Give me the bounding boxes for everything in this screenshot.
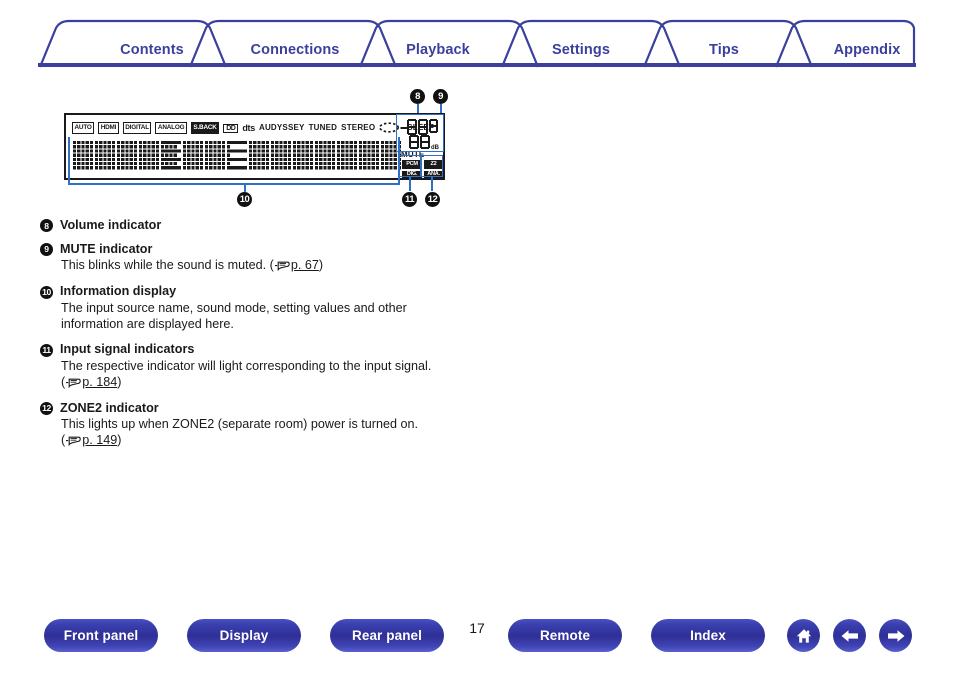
highlight-input-signal (399, 155, 421, 177)
index-button[interactable]: Index (651, 619, 765, 652)
highlight-zone2 (421, 155, 443, 177)
remote-button[interactable]: Remote (508, 619, 622, 652)
leader-line-12 (431, 177, 433, 191)
home-button[interactable] (787, 619, 820, 652)
callout-9: 9 (433, 89, 448, 104)
item-number-8: 8 (40, 219, 53, 233)
pointing-hand-icon (65, 377, 81, 393)
display-button[interactable]: Display (187, 619, 301, 652)
analog-indicator: ANALOG (155, 122, 187, 134)
tuned-indicator: TUNED (308, 123, 338, 132)
highlight-volume (396, 114, 444, 152)
item-body-12: This lights up when ZONE2 (separate room… (61, 417, 600, 450)
description-item-12: 12 ZONE2 indicator This lights up when Z… (40, 401, 600, 451)
description-item-8: 8 Volume indicator (40, 218, 600, 234)
page-link-12[interactable]: (p. 149) (61, 433, 600, 451)
bracket-10-bottom (68, 183, 400, 185)
bracket-10-right (398, 137, 400, 185)
front-display-figure: 8 9 AUTO HDMI DIGITAL ANALOG S.BACK DD d… (0, 0, 954, 215)
description-list: 8 Volume indicator 9 MUTE indicator This… (40, 218, 600, 453)
item-body-text-9: This blinks while the sound is muted. (61, 258, 267, 273)
front-panel-button[interactable]: Front panel (44, 619, 158, 652)
item-body-9: This blinks while the sound is muted. (p… (61, 258, 600, 276)
item-body-11: The respective indicator will light corr… (61, 359, 600, 392)
information-display (73, 141, 401, 170)
item-number-12: 12 (40, 401, 53, 415)
item-title-10: Information display (60, 284, 177, 299)
description-item-9: 9 MUTE indicator This blinks while the s… (40, 242, 600, 276)
item-number-9: 9 (40, 243, 53, 257)
item-body-text-12: This lights up when ZONE2 (separate room… (61, 417, 418, 432)
bracket-10-left (68, 137, 70, 185)
rear-panel-button[interactable]: Rear panel (330, 619, 444, 652)
home-icon (796, 628, 811, 643)
sback-indicator: S.BACK (190, 122, 220, 134)
item-title-11: Input signal indicators (60, 342, 195, 357)
page-link-9[interactable]: (p. 67) (270, 258, 323, 272)
pointing-hand-icon (274, 260, 290, 276)
auto-indicator: AUTO (72, 122, 95, 134)
audyssey-indicator: AUDYSSEY (258, 123, 305, 132)
digital-indicator: DIGITAL (122, 122, 152, 134)
dts-indicator: dts (242, 122, 255, 133)
leader-line-10 (244, 183, 246, 192)
item-title-9: MUTE indicator (60, 241, 153, 256)
next-page-button[interactable] (879, 619, 912, 652)
callout-12: 12 (425, 192, 440, 207)
hdmi-indicator: HDMI (98, 122, 119, 134)
item-number-10: 10 (40, 285, 53, 299)
page-number: 17 (469, 620, 485, 636)
page-link-11[interactable]: (p. 184) (61, 375, 600, 393)
leader-line-11 (409, 177, 411, 191)
pointing-hand-icon (65, 435, 81, 451)
item-title-12: ZONE2 indicator (60, 400, 159, 415)
arrow-right-icon (887, 629, 904, 642)
item-body-text-11: The respective indicator will light corr… (61, 359, 432, 374)
previous-page-button[interactable] (833, 619, 866, 652)
callout-8: 8 (410, 89, 425, 104)
item-number-11: 11 (40, 343, 53, 357)
item-body-10: The input source name, sound mode, setti… (61, 300, 407, 331)
page-link-text-9[interactable]: p. 67 (291, 258, 319, 272)
front-panel-display: AUTO HDMI DIGITAL ANALOG S.BACK DD dts A… (64, 113, 445, 180)
item-title-8: Volume indicator (60, 218, 162, 232)
callout-11: 11 (402, 192, 417, 207)
page-link-text-11[interactable]: p. 184 (82, 375, 117, 389)
description-item-11: 11 Input signal indicators The respectiv… (40, 342, 600, 392)
stereo-indicator: STEREO (341, 123, 376, 132)
description-item-10: 10 Information display The input source … (40, 284, 600, 332)
callout-10: 10 (237, 192, 252, 207)
dolby-digital-icon: DD (223, 123, 239, 133)
arrow-left-icon (841, 629, 858, 642)
page-link-text-12[interactable]: p. 149 (82, 433, 117, 447)
